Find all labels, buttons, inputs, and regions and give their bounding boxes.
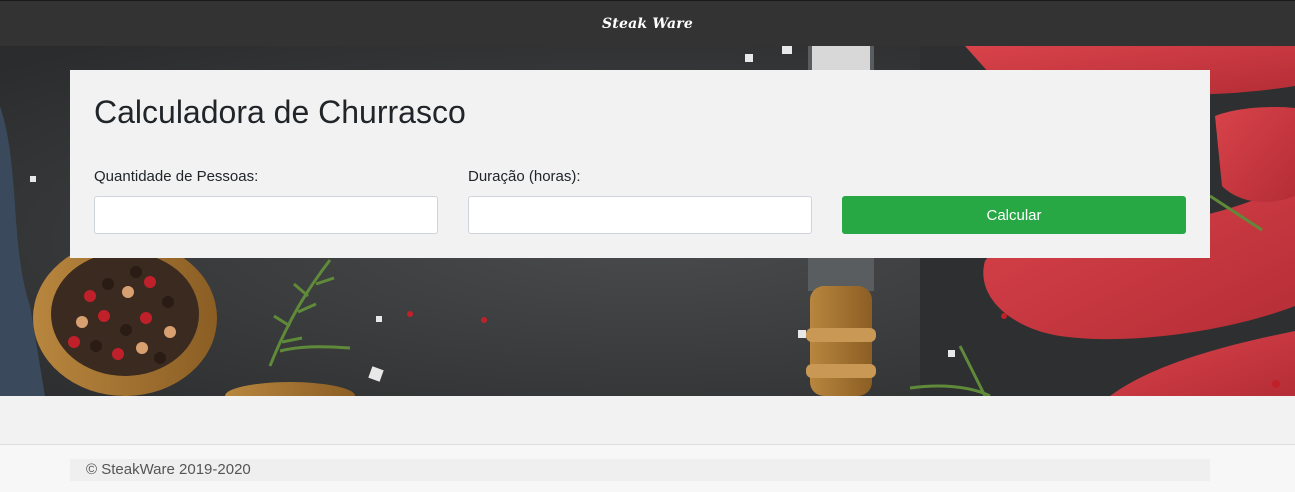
page-title: Calculadora de Churrasco: [94, 94, 466, 130]
people-count-label: Quantidade de Pessoas:: [94, 168, 259, 185]
people-count-input[interactable]: [94, 196, 438, 234]
duration-label: Duração (horas):: [468, 168, 581, 185]
calculator-card: Calculadora de Churrasco Quantidade de P…: [70, 70, 1210, 258]
calculate-button[interactable]: Calcular: [842, 196, 1186, 234]
duration-input[interactable]: [468, 196, 812, 234]
page-footer: © SteakWare 2019-2020: [0, 444, 1295, 492]
top-navbar: Steak Ware: [0, 0, 1295, 46]
brand-logo[interactable]: Steak Ware: [602, 16, 693, 32]
copyright-text: © SteakWare 2019-2020: [70, 459, 1210, 481]
